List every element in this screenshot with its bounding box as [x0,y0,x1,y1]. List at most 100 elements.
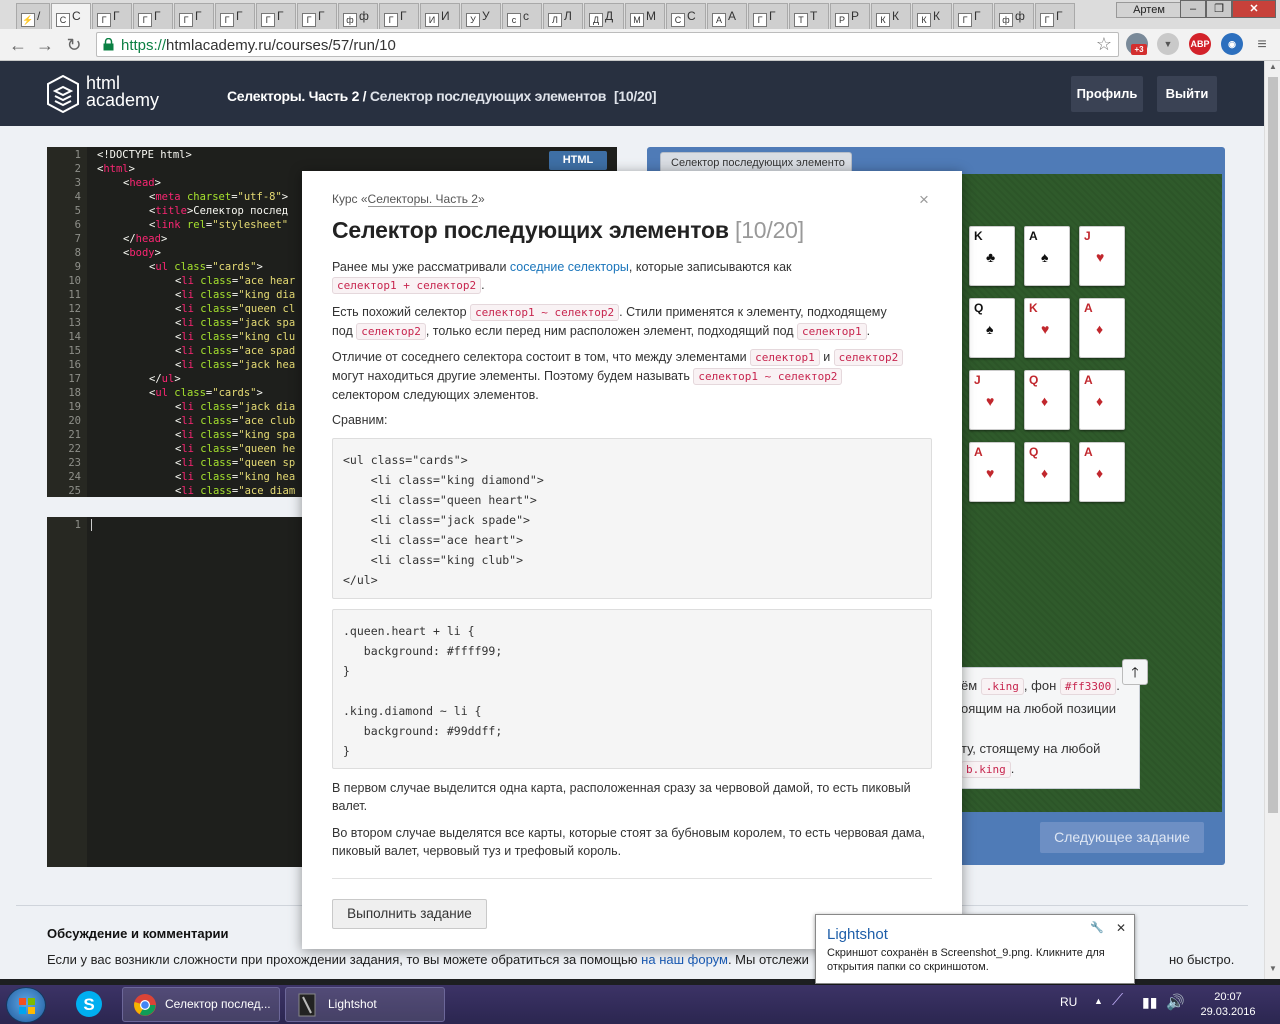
logout-button[interactable]: Выйти [1157,76,1217,112]
logo-text[interactable]: html academy [86,74,159,109]
run-task-button[interactable]: Выполнить задание [332,899,487,929]
tab-label: Г [113,9,120,23]
lightshot-notification[interactable]: Lightshot Скриншот сохранён в Screenshot… [815,914,1135,984]
css-code-editor[interactable]: 1 [47,517,302,867]
scrollbar-thumb[interactable] [1268,77,1278,813]
line-number: 5 [74,205,81,217]
next-task-button[interactable]: Следующее задание [1040,822,1204,853]
code-line: <li class="king clu [175,331,296,343]
card-rank: A [1084,445,1093,459]
shield-icon[interactable]: ▼ [1157,33,1179,55]
browser-tab[interactable]: КК [871,3,911,29]
scroll-up-icon[interactable]: ▲ [1265,62,1280,76]
adjacent-selectors-link[interactable]: соседние селекторы [510,260,629,274]
minimize-button[interactable]: – [1180,0,1206,18]
skype-taskbar-icon[interactable]: S [66,987,112,1022]
tab-favicon-icon: К [876,13,890,27]
back-arrow-icon[interactable]: ← [6,33,30,57]
browser-tab[interactable]: ГГ [133,3,173,29]
tab-favicon-icon: Г [179,13,193,27]
card-suit-icon: ♦ [1041,465,1049,481]
browser-tab[interactable]: фф [338,3,378,29]
taskbar-item-chrome[interactable]: Селектор послед... [122,987,280,1022]
browser-tab[interactable]: ИИ [420,3,460,29]
adblock-icon[interactable]: ABP [1189,33,1211,55]
code-line: <body> [123,247,161,259]
taskbar-item-lightshot[interactable]: Lightshot [285,987,445,1022]
browser-tab[interactable]: РР [830,3,870,29]
line-number: 19 [68,401,81,413]
close-modal-icon[interactable]: × [919,190,929,210]
paragraph-3: Отличие от соседнего селектора состоит в… [332,348,932,404]
scroll-down-icon[interactable]: ▼ [1265,964,1280,978]
code-line: <li class="queen sp [175,457,296,469]
bookmark-star-icon[interactable]: ☆ [1096,34,1112,55]
language-indicator[interactable]: RU [1060,995,1077,1009]
browser-tab[interactable]: сс [502,3,542,29]
browser-tab[interactable]: ГГ [174,3,214,29]
html-code-example: <ul class="cards"> <li class="king diamo… [332,438,932,599]
browser-tab[interactable]: ⚡ / [16,3,50,29]
maximize-button[interactable]: ❐ [1206,0,1232,18]
browser-tab-strip: Артем – ❐ ✕ ⚡ / С С Г Г Г Г Г Г Г Г Г Г Г Гф ф Г Г И И У Ус с Л Л… [0,0,1280,29]
close-notification-icon[interactable]: ✕ [1116,921,1126,935]
browser-tab[interactable]: АА [707,3,747,29]
collapse-hint-arrow-icon[interactable]: 🡑 [1122,659,1148,685]
card-rank: K [974,229,983,243]
system-clock[interactable]: 20:07 29.03.2016 [1198,990,1258,1020]
html-tab-badge[interactable]: HTML [549,151,607,170]
forum-link[interactable]: на наш форум [641,952,728,967]
code-line: <li class="ace diam [175,485,296,497]
page-scrollbar[interactable]: ▲ ▼ [1264,61,1280,979]
tab-label: К [892,9,899,23]
tab-favicon-icon: ф [999,13,1013,27]
browser-tab[interactable]: ГГ [297,3,337,29]
htmlacademy-logo-icon[interactable] [47,75,79,113]
browser-tab[interactable]: фф [994,3,1034,29]
tab-label: ф [1015,9,1025,23]
browser-tab[interactable]: ГГ [256,3,296,29]
course-link[interactable]: Селекторы. Часть 2 [367,192,478,207]
lightshot-tray-icon[interactable]: ⟋ [1112,992,1123,1010]
browser-tab[interactable]: ЛЛ [543,3,583,29]
browser-tab[interactable]: КК [912,3,952,29]
playing-card: Q ♦ [1024,442,1070,502]
line-number: 16 [68,359,81,371]
breadcrumb-lesson: Селектор последующих элементов [369,88,607,104]
reload-icon[interactable]: ↻ [62,33,86,57]
tab-favicon-icon: Г [261,13,275,27]
line-number: 7 [74,233,81,245]
browser-tab[interactable]: СС [666,3,706,29]
network-icon[interactable]: ▮▮ [1142,994,1157,1011]
globe-icon[interactable]: ◉ [1221,33,1243,55]
tab-label: А [728,9,737,23]
settings-wrench-icon[interactable]: 🔧 [1090,921,1104,934]
profile-button[interactable]: Профиль [1071,76,1143,112]
browser-tab[interactable]: ГГ [215,3,255,29]
browser-tab[interactable]: ДД [584,3,624,29]
code-line: </head> [123,233,168,245]
browser-tab[interactable]: СС [51,3,91,29]
browser-tab[interactable]: УУ [461,3,501,29]
tab-favicon-icon: ф [343,13,357,27]
address-bar[interactable]: https://htmlacademy.ru/courses/57/run/10… [96,32,1119,57]
browser-tab[interactable]: ГГ [379,3,419,29]
breadcrumb: Селекторы. Часть 2 / Селектор последующи… [227,88,657,104]
browser-tab[interactable]: ГГ [748,3,788,29]
forward-arrow-icon[interactable]: → [33,33,57,57]
browser-tab[interactable]: ГГ [953,3,993,29]
notification-message: Скриншот сохранён в Screenshot_9.png. Кл… [827,947,1105,973]
browser-tab[interactable]: ТТ [789,3,829,29]
line-number: 9 [74,261,81,273]
profile-chip[interactable]: Артем [1116,2,1182,18]
menu-icon[interactable]: ≡ [1250,33,1274,57]
show-hidden-icons-icon[interactable]: ▲ [1094,996,1103,1006]
start-button[interactable] [6,987,46,1023]
browser-tab[interactable]: ММ [625,3,665,29]
tab-label: Г [195,9,202,23]
browser-tab[interactable]: ГГ [92,3,132,29]
breadcrumb-course[interactable]: Селекторы. Часть 2 [227,88,359,104]
close-window-button[interactable]: ✕ [1232,0,1276,18]
volume-icon[interactable]: 🔊 [1166,993,1185,1011]
browser-tab[interactable]: ГГ [1035,3,1075,29]
